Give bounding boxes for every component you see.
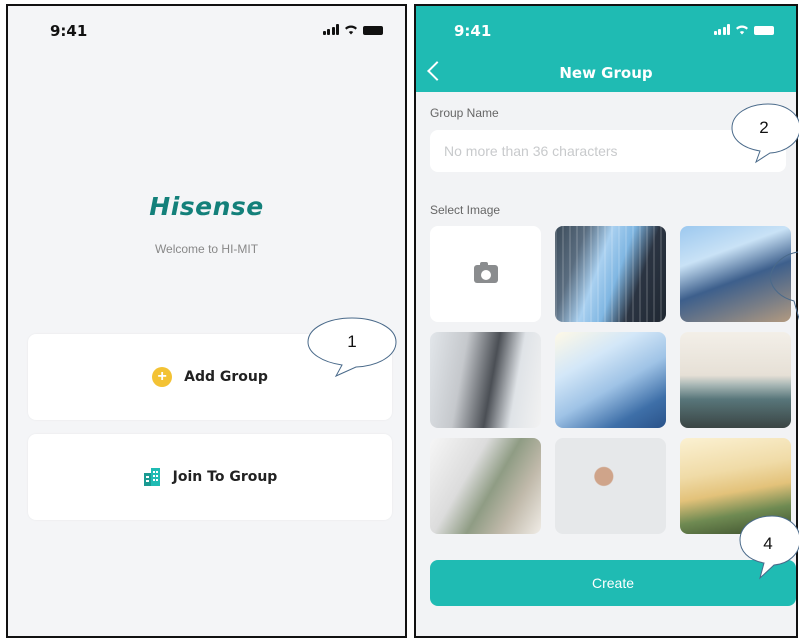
callout-4: 4 bbox=[736, 512, 799, 584]
wifi-icon bbox=[345, 25, 357, 35]
callout-2-text: 2 bbox=[759, 118, 769, 137]
page-title: New Group bbox=[559, 64, 653, 82]
image-grid bbox=[430, 226, 796, 534]
status-time: 9:41 bbox=[50, 22, 88, 40]
image-option-living-room[interactable] bbox=[680, 332, 791, 428]
image-option-wall-clock[interactable] bbox=[555, 438, 666, 534]
join-group-button[interactable]: Join To Group bbox=[28, 434, 392, 520]
add-group-label: Add Group bbox=[184, 369, 268, 385]
callout-1-text: 1 bbox=[347, 332, 357, 351]
header-bar: 9:41 New Group bbox=[416, 6, 796, 92]
callout-4-text: 4 bbox=[763, 534, 773, 553]
select-image-label: Select Image bbox=[430, 203, 501, 217]
status-bar-right: 9:41 bbox=[416, 6, 796, 56]
signal-icon bbox=[322, 24, 339, 35]
signal-icon bbox=[713, 24, 730, 35]
image-option-laptop-desk[interactable] bbox=[430, 332, 541, 428]
callout-1: 1 bbox=[306, 314, 398, 378]
status-bar: 9:41 bbox=[8, 6, 405, 56]
speech-bubble-icon bbox=[769, 251, 799, 321]
screenshot-canvas: 9:41 Hisense Welcome to HI-MIT + Add Gro… bbox=[0, 0, 799, 639]
welcome-text: Welcome to HI-MIT bbox=[154, 242, 259, 256]
status-time-right: 9:41 bbox=[454, 22, 492, 40]
battery-icon bbox=[754, 26, 774, 35]
status-icons bbox=[322, 24, 383, 35]
status-icons-right bbox=[713, 24, 774, 35]
callout-2: 2 bbox=[728, 100, 799, 164]
image-option-glass-tower[interactable] bbox=[555, 332, 666, 428]
camera-icon bbox=[473, 262, 498, 283]
brand-logo: Hisense bbox=[149, 192, 264, 221]
image-option-desk-lamp[interactable] bbox=[430, 438, 541, 534]
image-option-skyscraper[interactable] bbox=[555, 226, 666, 322]
plus-icon: + bbox=[152, 367, 173, 387]
callout-partial bbox=[764, 246, 799, 326]
join-group-label: Join To Group bbox=[172, 469, 278, 485]
building-icon bbox=[143, 468, 160, 486]
group-name-label: Group Name bbox=[430, 106, 499, 120]
wifi-icon bbox=[736, 25, 748, 35]
camera-upload-tile[interactable] bbox=[430, 226, 541, 322]
battery-icon bbox=[363, 26, 383, 35]
